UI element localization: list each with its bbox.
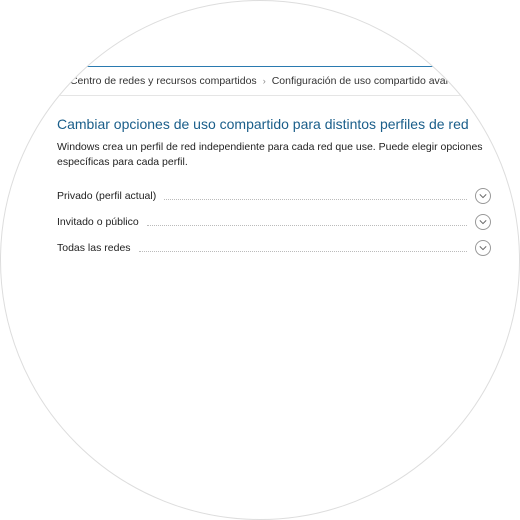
- page-title: Cambiar opciones de uso compartido para …: [57, 116, 491, 132]
- chevron-down-icon: [475, 188, 491, 204]
- chevron-right-icon: ›: [61, 76, 64, 86]
- dotted-rule: [147, 225, 467, 226]
- chevron-right-icon: ›: [263, 76, 266, 86]
- page-description: Windows crea un perfil de red independie…: [57, 140, 487, 169]
- chevron-down-icon: [475, 240, 491, 256]
- profile-row-guest[interactable]: Invitado o público: [57, 209, 491, 235]
- profile-label: Privado (perfil actual): [57, 190, 156, 202]
- dotted-rule: [139, 251, 467, 252]
- chevron-down-icon: [475, 214, 491, 230]
- breadcrumb-item[interactable]: Centro de redes y recursos compartidos: [70, 75, 257, 87]
- breadcrumb: ernet › Centro de redes y recursos compa…: [1, 67, 520, 96]
- breadcrumb-item[interactable]: ernet: [31, 75, 55, 87]
- profile-label: Invitado o público: [57, 216, 139, 228]
- profile-row-all[interactable]: Todas las redes: [57, 235, 491, 261]
- main-panel: Cambiar opciones de uso compartido para …: [1, 96, 520, 261]
- dotted-rule: [164, 199, 467, 200]
- breadcrumb-item[interactable]: Configuración de uso compartido avanzado: [272, 75, 475, 87]
- profile-label: Todas las redes: [57, 242, 131, 254]
- profile-row-private[interactable]: Privado (perfil actual): [57, 183, 491, 209]
